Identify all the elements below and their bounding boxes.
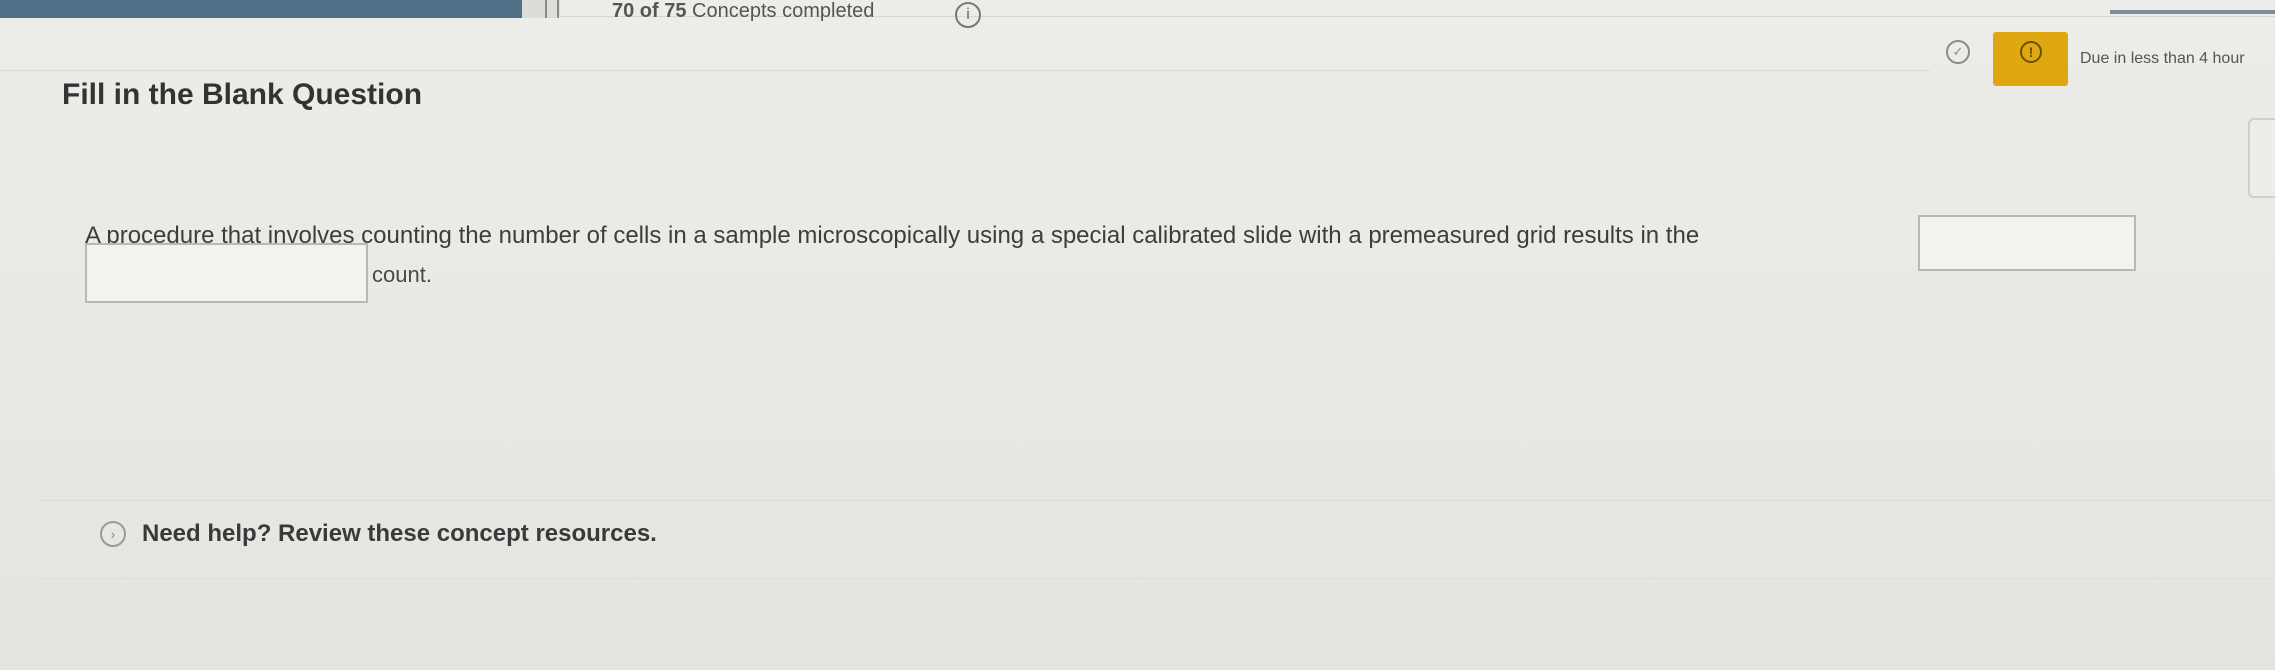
help-divider-bottom (40, 578, 2275, 579)
help-divider-top (40, 500, 2275, 501)
concept-resources-toggle[interactable]: › Need help? Review these concept resour… (100, 518, 657, 550)
progress-bar-fill (0, 0, 523, 18)
due-text: Due in less than 4 hour (2080, 50, 2245, 67)
concepts-suffix: Concepts completed (692, 0, 875, 22)
question-type-title: Fill in the Blank Question (62, 78, 423, 111)
top-right-progress-strip (2110, 10, 2275, 14)
title-divider (0, 70, 1930, 71)
blank-input-2[interactable] (85, 243, 368, 303)
question-text-after: count. (372, 262, 432, 287)
help-label: Need help? Review these concept resource… (142, 520, 657, 547)
concepts-count: 70 of 75 (612, 0, 687, 22)
app-window: 70 of 75 Concepts completed i ✓ ! Due in… (0, 0, 2275, 670)
progress-bar-end-marker (545, 0, 559, 18)
alert-icon: ! (2020, 41, 2042, 63)
due-status-badge: ! (1993, 32, 2068, 86)
concepts-progress-bar (0, 0, 560, 18)
chevron-right-icon: › (100, 521, 126, 547)
check-circle-icon: ✓ (1946, 40, 1970, 64)
side-panel-handle[interactable] (2248, 118, 2275, 198)
blank-input-1[interactable] (1918, 215, 2136, 271)
concepts-completed-text: 70 of 75 Concepts completed (612, 0, 874, 23)
info-icon[interactable]: i (955, 2, 981, 28)
